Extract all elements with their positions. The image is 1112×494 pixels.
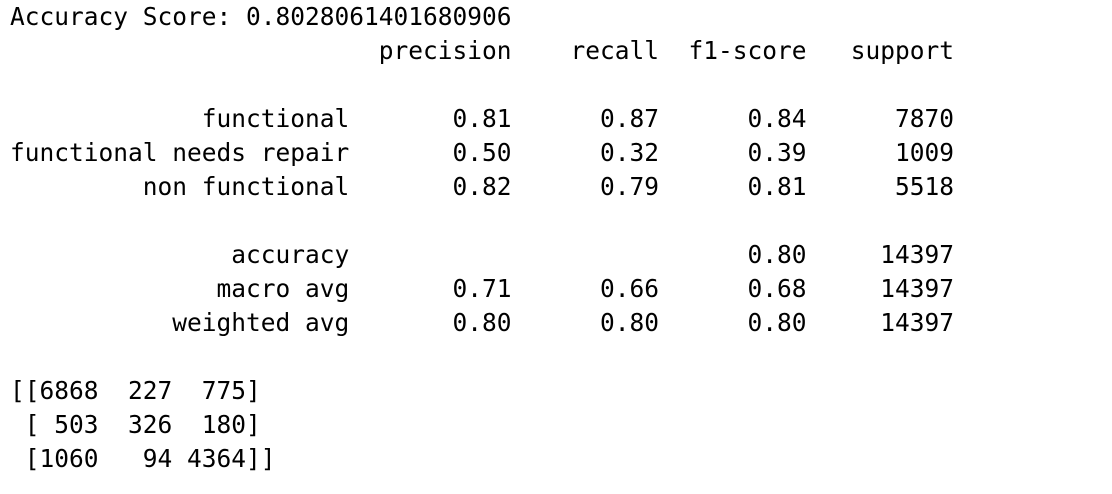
- report-row-functional: functional 0.81 0.87 0.84 7870: [10, 104, 955, 133]
- report-row-functional-needs-repair: functional needs repair 0.50 0.32 0.39 1…: [10, 138, 955, 167]
- report-row-weighted-avg: weighted avg 0.80 0.80 0.80 14397: [10, 308, 955, 337]
- notebook-output: Accuracy Score: 0.8028061401680906 preci…: [10, 0, 954, 476]
- report-row-macro-avg: macro avg 0.71 0.66 0.68 14397: [10, 274, 955, 303]
- confusion-matrix-row: [ 503 326 180]: [10, 410, 261, 439]
- accuracy-score-line: Accuracy Score: 0.8028061401680906: [10, 2, 512, 31]
- report-row-non-functional: non functional 0.82 0.79 0.81 5518: [10, 172, 955, 201]
- confusion-matrix-row: [[6868 227 775]: [10, 376, 261, 405]
- report-header: precision recall f1-score support: [10, 36, 955, 65]
- confusion-matrix-row: [1060 94 4364]]: [10, 444, 276, 473]
- report-row-accuracy: accuracy 0.80 14397: [10, 240, 955, 269]
